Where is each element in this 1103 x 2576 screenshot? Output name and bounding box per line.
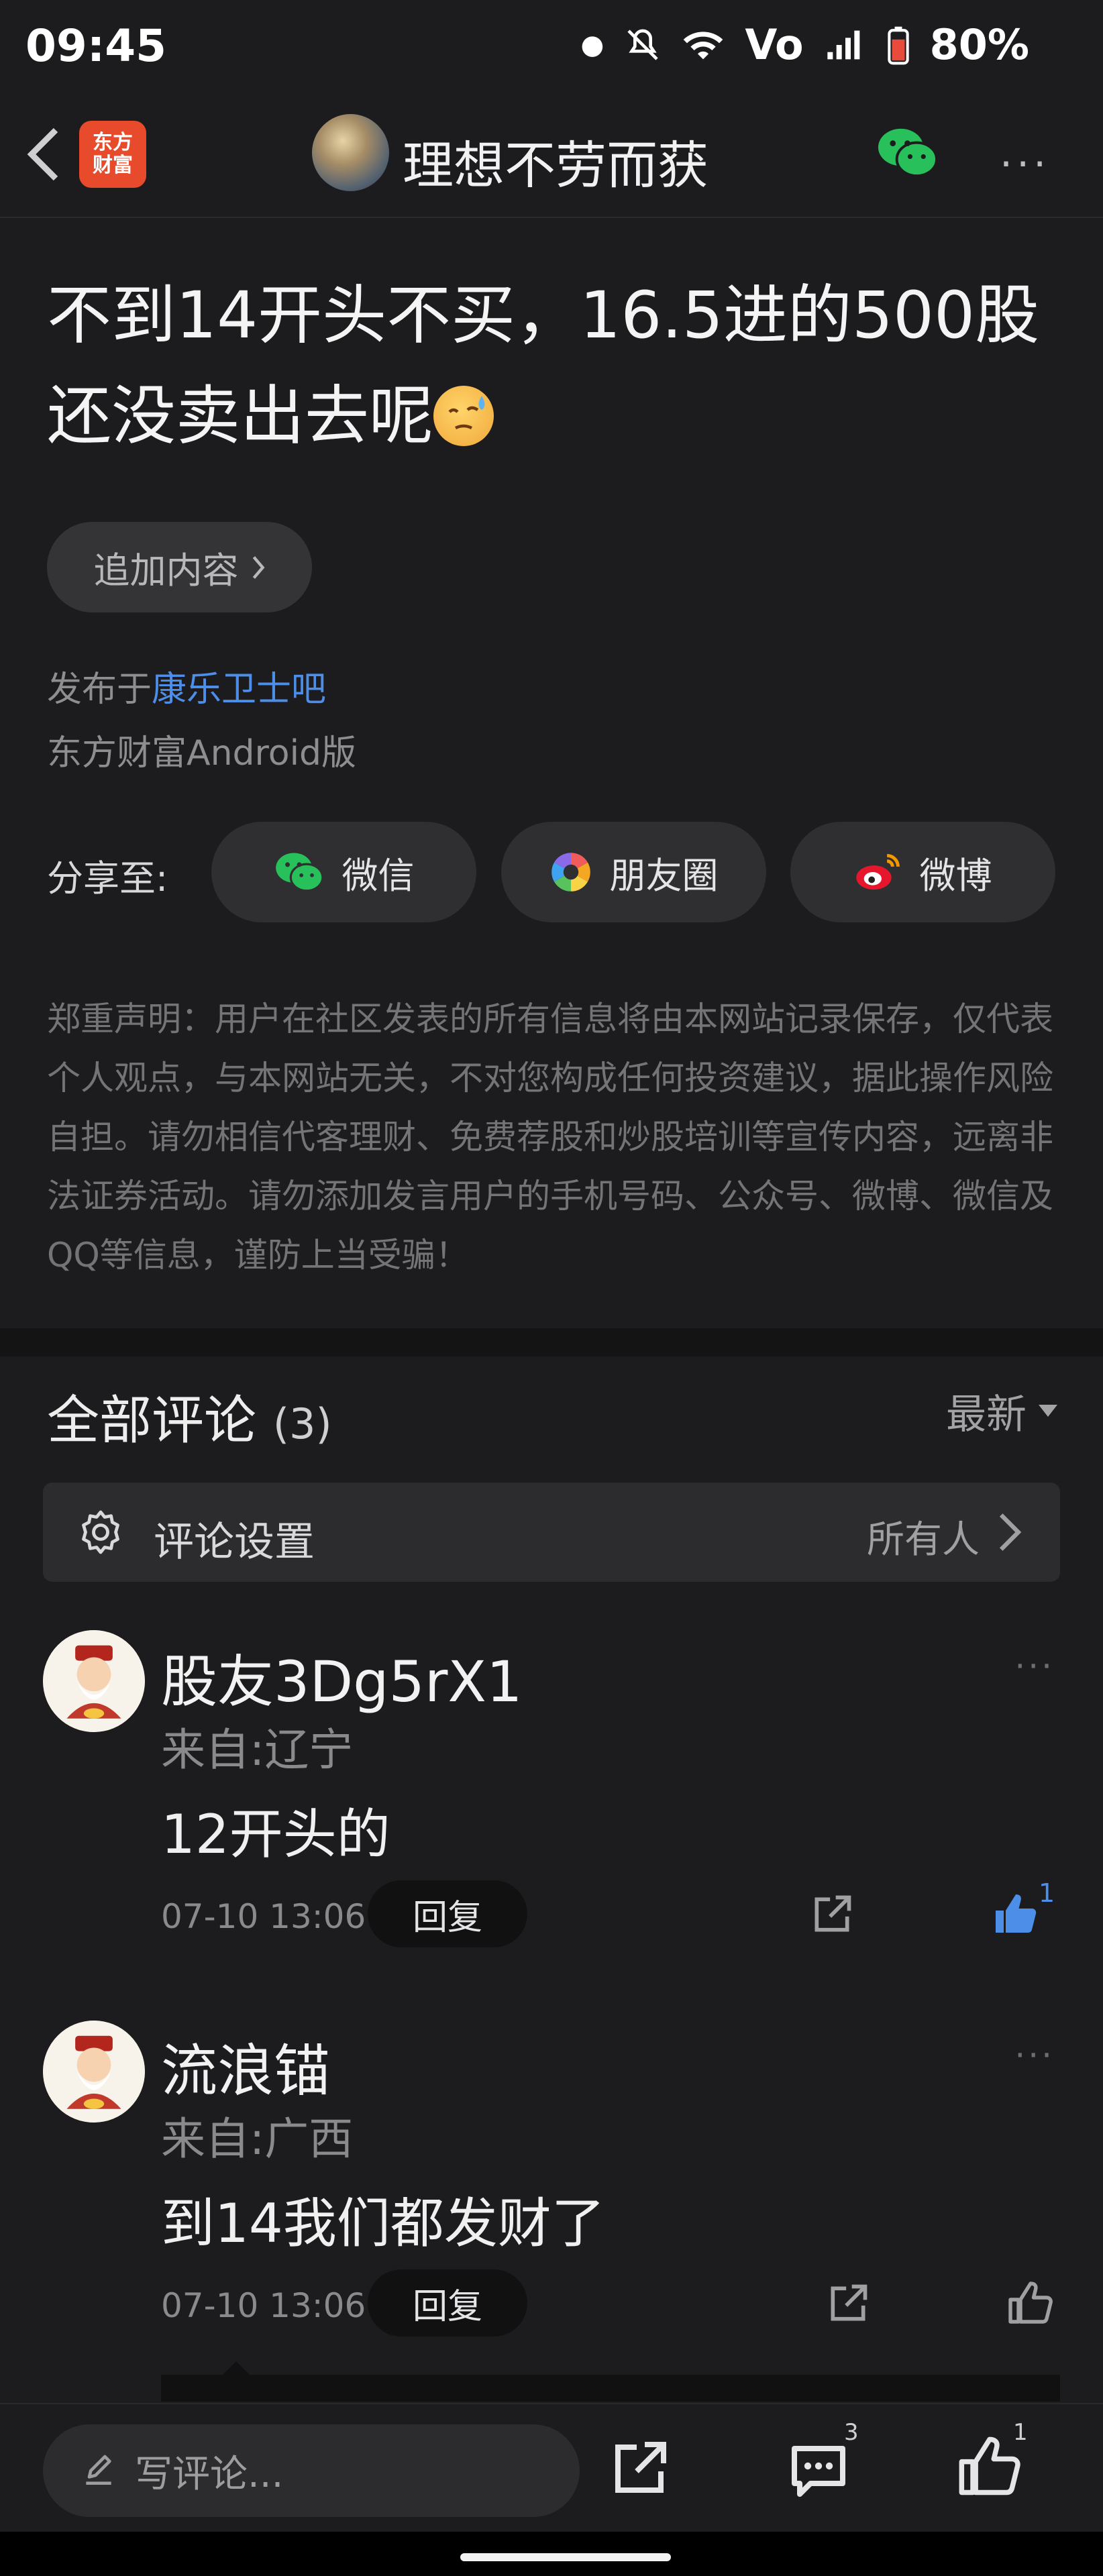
client-info: 东方财富Android版 [47, 733, 357, 773]
chevron-right-icon [999, 1513, 1022, 1551]
comment-location: 来自:广西 [161, 2113, 354, 2165]
status-icons: ● Vo 80% [581, 20, 1030, 69]
comment-text: 到14我们都发财了 [161, 2192, 605, 2255]
share-icon[interactable] [809, 1892, 855, 1937]
share-moments-label: 朋友圈 [609, 854, 719, 897]
comment-time: 07-10 13:06 [161, 2286, 366, 2325]
wechat-icon[interactable] [876, 124, 939, 181]
app-logo-line2: 财富 [93, 154, 133, 177]
caret-down-icon [1039, 1404, 1057, 1417]
app-logo-line1: 东方 [93, 131, 133, 154]
chevron-right-icon [252, 555, 264, 579]
comment-icon[interactable] [786, 2438, 851, 2502]
like-count: 1 [1039, 1878, 1055, 1908]
gear-icon [82, 1510, 119, 1554]
comment-settings-value: 所有人 [867, 1518, 980, 1562]
reply-preview[interactable] [161, 2375, 1060, 2402]
signal-icon [827, 30, 859, 59]
thumbs-up-icon[interactable] [1006, 2279, 1055, 2328]
comment-more-icon[interactable]: ··· [1014, 1647, 1055, 1686]
bottom-bar: 写评论... 3 1 [0, 2403, 1103, 2532]
avatar[interactable] [43, 2021, 145, 2123]
author-avatar[interactable] [312, 114, 389, 191]
share-wechat-button[interactable]: 微信 [211, 822, 476, 922]
like-count: 1 [1013, 2419, 1028, 2446]
comment-settings-row[interactable]: 评论设置 所有人 [43, 1483, 1060, 1582]
more-options-icon[interactable]: ··· [1000, 141, 1050, 188]
reply-button[interactable]: 回复 [368, 2269, 527, 2337]
comment-more-icon[interactable]: ··· [1014, 2036, 1055, 2075]
nav-bar: 东方 财富 理想不劳而获 ··· [0, 94, 1103, 218]
comment-settings-label: 评论设置 [154, 1519, 315, 1566]
share-label: 分享至: [47, 857, 168, 900]
share-wechat-label: 微信 [342, 854, 415, 897]
pencil-icon [86, 2455, 111, 2485]
share-weibo-button[interactable]: 微博 [790, 822, 1055, 922]
dot-icon: ● [580, 29, 605, 60]
status-bar: 09:45 ● Vo 80% [0, 0, 1103, 94]
sort-dropdown[interactable]: 最新 [946, 1382, 1057, 1440]
sort-label: 最新 [946, 1391, 1027, 1438]
forum-link[interactable]: 康乐卫士吧 [152, 669, 326, 710]
reply-label: 回复 [412, 1897, 482, 1938]
add-content-label: 追加内容 [93, 549, 239, 592]
share-icon[interactable] [607, 2436, 672, 2501]
share-moments-button[interactable]: 朋友圈 [501, 822, 766, 922]
thumbs-up-icon[interactable] [992, 1890, 1040, 1939]
app-logo[interactable]: 东方 财富 [79, 121, 146, 188]
disclaimer-text: 郑重声明：用户在社区发表的所有信息将由本网站记录保存，仅代表个人观点，与本网站无… [47, 1000, 1053, 1275]
battery-percent: 80% [929, 20, 1029, 69]
comments-count: (3) [272, 1399, 332, 1448]
comments-title: 全部评论 [47, 1391, 257, 1451]
wechat-icon [275, 853, 323, 892]
fortune-god-avatar-icon [43, 2021, 145, 2123]
comments-header: 全部评论 (3) [47, 1379, 332, 1454]
comment-text: 12开头的 [161, 1803, 390, 1866]
battery-icon [887, 26, 909, 64]
back-arrow-icon[interactable] [20, 124, 67, 184]
comment-author[interactable]: 股友3Dg5rX1 [161, 1637, 522, 1718]
post-title: 不到14开头不买，16.5进的500股还没卖出去呢 [47, 265, 1067, 466]
sweat-emoji-icon [433, 386, 494, 446]
moments-icon [551, 853, 590, 892]
reply-button[interactable]: 回复 [368, 1880, 527, 1947]
home-indicator[interactable] [460, 2553, 671, 2561]
mute-icon [627, 29, 659, 60]
published-prefix: 发布于 [47, 669, 152, 710]
post-title-text: 不到14开头不买，16.5进的500股还没卖出去呢 [47, 278, 1040, 453]
reply-label: 回复 [412, 2286, 482, 2327]
comment-time: 07-10 13:06 [161, 1897, 366, 1936]
reply-preview-notch [221, 2361, 251, 2376]
comment-location: 来自:辽宁 [161, 1724, 354, 1776]
write-comment-input[interactable]: 写评论... [43, 2424, 580, 2517]
add-content-button[interactable]: 追加内容 [47, 522, 312, 612]
share-icon[interactable] [825, 2281, 871, 2326]
wifi-icon [684, 31, 723, 59]
status-time: 09:45 [25, 20, 167, 72]
comment-author[interactable]: 流浪锚 [161, 2026, 330, 2107]
weibo-icon [855, 854, 900, 890]
fortune-god-avatar-icon [43, 1630, 145, 1732]
section-divider [0, 1328, 1103, 1356]
volte-icon: Vo [745, 20, 804, 69]
comment-count: 3 [844, 2419, 859, 2446]
write-comment-placeholder: 写评论... [135, 2452, 284, 2496]
published-in: 发布于康乐卫士吧 [47, 661, 326, 711]
avatar[interactable] [43, 1630, 145, 1732]
author-name[interactable]: 理想不劳而获 [403, 124, 708, 198]
share-weibo-label: 微博 [919, 854, 992, 897]
